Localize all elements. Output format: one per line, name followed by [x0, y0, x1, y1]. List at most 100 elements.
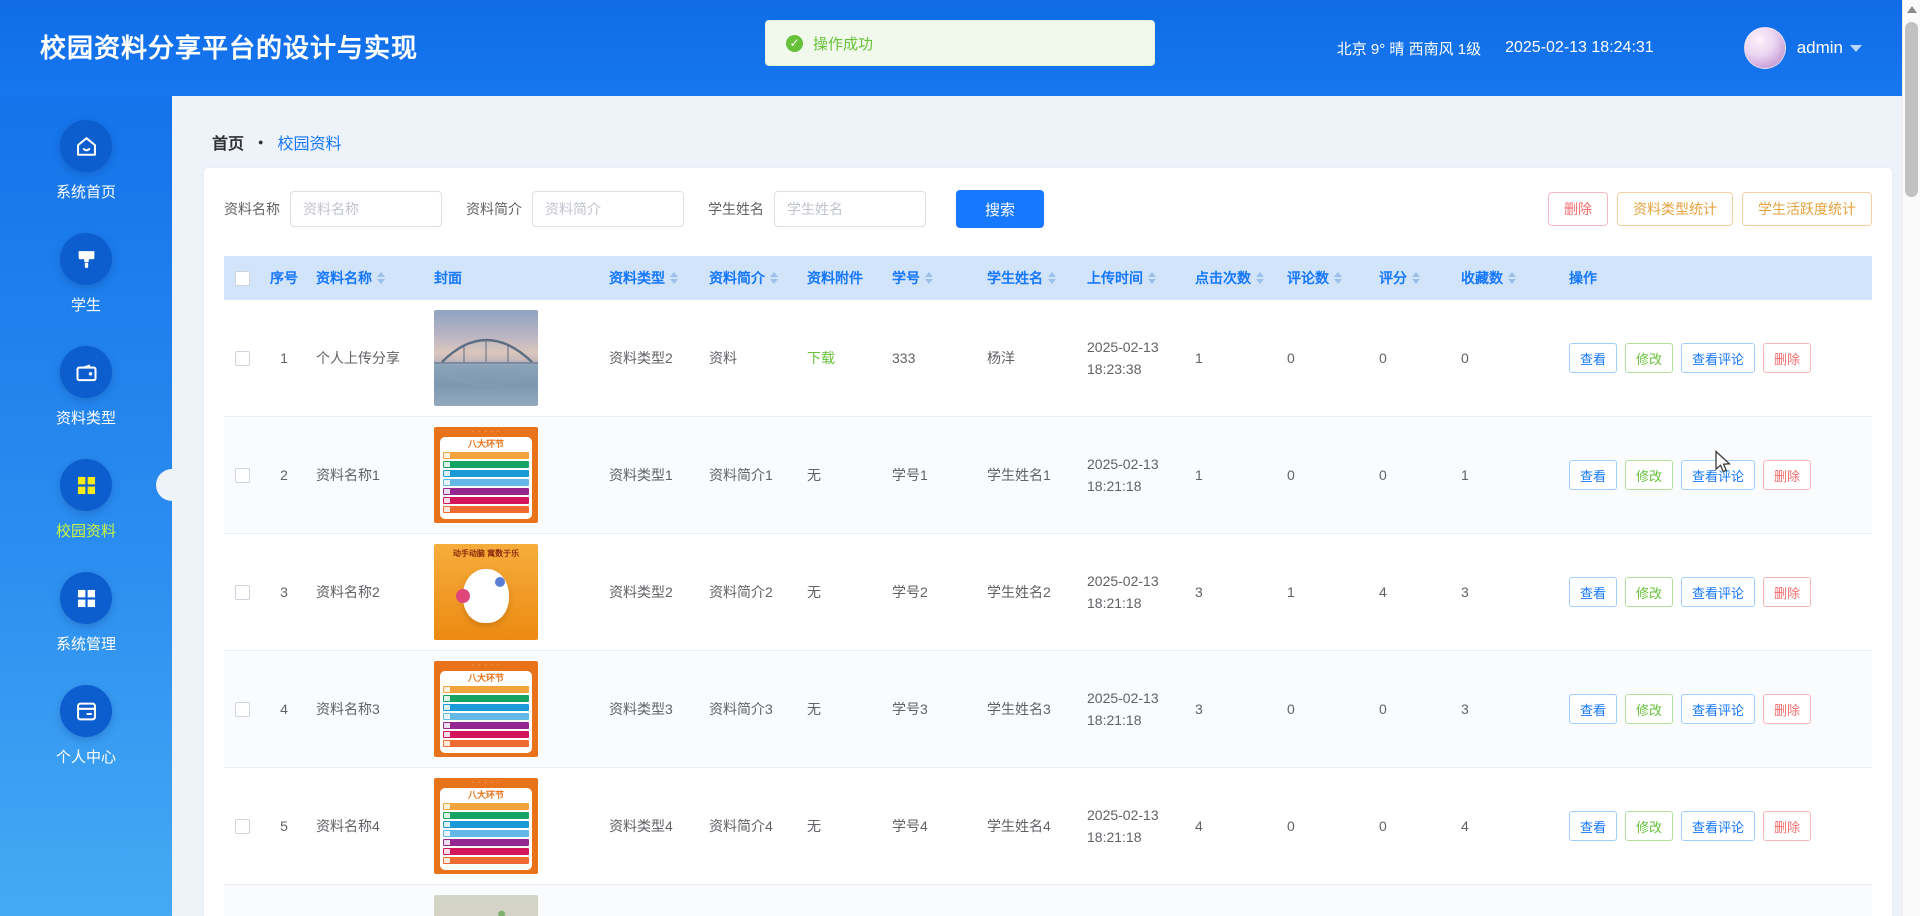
- column-header-favorites[interactable]: 收藏数: [1453, 268, 1561, 288]
- avatar[interactable]: [1743, 27, 1786, 69]
- row-view-comments-button[interactable]: 查看评论: [1681, 343, 1756, 373]
- row-checkbox[interactable]: [234, 818, 250, 834]
- sort-carets-icon[interactable]: [1412, 272, 1420, 284]
- breadcrumb-separator: ●: [258, 137, 264, 147]
- row-view-button[interactable]: 查看: [1569, 694, 1618, 724]
- cover-cell: [426, 310, 601, 406]
- column-header-upload_time[interactable]: 上传时间: [1079, 268, 1187, 288]
- filter-input-intro[interactable]: [532, 191, 684, 227]
- breadcrumb-current[interactable]: 校园资料: [277, 130, 341, 154]
- table-row: [224, 885, 1872, 916]
- row-edit-button[interactable]: 修改: [1625, 577, 1674, 607]
- row-edit-button[interactable]: 修改: [1625, 343, 1674, 373]
- cover-image[interactable]: · · · · · 八大环节: [434, 661, 538, 757]
- row-view-comments-button[interactable]: 查看评论: [1681, 811, 1756, 841]
- row-view-comments-button[interactable]: 查看评论: [1681, 460, 1756, 490]
- poster-header: · · · · ·: [471, 779, 501, 786]
- poster-header: · · · · ·: [471, 662, 501, 669]
- cell-rating: 0: [1379, 350, 1387, 366]
- column-header-name[interactable]: 资料名称: [308, 268, 426, 288]
- sort-carets-icon[interactable]: [1148, 272, 1156, 284]
- cell-attachment: 无: [807, 701, 821, 717]
- cover-image[interactable]: · · · · · 八大环节: [434, 778, 538, 874]
- sort-carets-icon[interactable]: [1048, 272, 1056, 284]
- activity-stats-button[interactable]: 学生活跃度统计: [1742, 192, 1872, 226]
- sort-carets-icon[interactable]: [377, 272, 385, 284]
- upload-clock: 18:21:18: [1087, 829, 1142, 845]
- column-header-student_no[interactable]: 学号: [884, 268, 979, 288]
- column-header-actions: 操作: [1561, 268, 1872, 288]
- row-view-button[interactable]: 查看: [1569, 343, 1618, 373]
- select-all-checkbox[interactable]: [234, 270, 250, 286]
- column-header-clicks[interactable]: 点击次数: [1187, 268, 1279, 288]
- sidebar: 系统首页 学生 资料类型 校园资料 系统管理个人中心: [0, 96, 172, 916]
- sidebar-item-students[interactable]: 学生: [0, 233, 172, 346]
- sidebar-item-personal-center[interactable]: 个人中心: [0, 685, 172, 798]
- download-link[interactable]: 下载: [807, 348, 835, 368]
- chevron-down-icon[interactable]: [1850, 44, 1862, 52]
- sidebar-item-system-manage[interactable]: 系统管理: [0, 572, 172, 685]
- cover-image[interactable]: [434, 310, 538, 406]
- upload-date: 2025-02-13: [1087, 339, 1159, 355]
- cover-image[interactable]: [434, 895, 538, 916]
- sort-carets-icon[interactable]: [1334, 272, 1342, 284]
- row-edit-button[interactable]: 修改: [1625, 811, 1674, 841]
- scrollbar-up-arrow-icon[interactable]: [1907, 6, 1917, 13]
- cell-student-name: 杨洋: [987, 350, 1015, 366]
- type-stats-button[interactable]: 资料类型统计: [1617, 192, 1733, 226]
- cover-image[interactable]: 动手动脑 寓数于乐: [434, 544, 538, 640]
- cell-type: 资料类型4: [609, 818, 673, 834]
- column-header-student_name[interactable]: 学生姓名: [979, 268, 1079, 288]
- row-checkbox[interactable]: [234, 584, 250, 600]
- sort-carets-icon[interactable]: [670, 272, 678, 284]
- column-header-intro[interactable]: 资料简介: [701, 268, 799, 288]
- sidebar-item-campus-materials[interactable]: 校园资料: [0, 459, 172, 572]
- sort-carets-icon[interactable]: [1508, 272, 1516, 284]
- cell-upload-time: 2025-02-13 18:23:38: [1079, 336, 1187, 380]
- column-header-comments[interactable]: 评论数: [1279, 268, 1371, 288]
- column-header-type[interactable]: 资料类型: [601, 268, 701, 288]
- cell-favorites: 3: [1461, 584, 1469, 600]
- column-label: 资料简介: [709, 270, 765, 286]
- cell-intro: 资料简介3: [709, 701, 773, 717]
- sidebar-item-home[interactable]: 系统首页: [0, 120, 172, 233]
- row-delete-button[interactable]: 删除: [1763, 343, 1812, 373]
- column-header-rating[interactable]: 评分: [1371, 268, 1453, 288]
- row-view-button[interactable]: 查看: [1569, 460, 1618, 490]
- search-button[interactable]: 搜索: [956, 190, 1044, 228]
- cell-student-no: 学号3: [892, 701, 928, 717]
- upload-date: 2025-02-13: [1087, 573, 1159, 589]
- cell-rating: 0: [1379, 818, 1387, 834]
- cell-index: 4: [280, 701, 288, 717]
- row-delete-button[interactable]: 删除: [1763, 811, 1812, 841]
- filter-input-student-name[interactable]: [774, 191, 926, 227]
- table-header-row: 序号 资料名称 封面 资料类型 资料简介 资料附件 学号 学生姓名 上传时间 点击次数 评论数 评分 收…: [224, 256, 1872, 300]
- row-view-comments-button[interactable]: 查看评论: [1681, 694, 1756, 724]
- scrollbar-thumb[interactable]: [1905, 22, 1918, 197]
- row-view-button[interactable]: 查看: [1569, 811, 1618, 841]
- row-checkbox[interactable]: [234, 350, 250, 366]
- row-delete-button[interactable]: 删除: [1763, 577, 1812, 607]
- row-checkbox[interactable]: [234, 701, 250, 717]
- cell-type: 资料类型1: [609, 467, 673, 483]
- row-view-comments-button[interactable]: 查看评论: [1681, 577, 1756, 607]
- cell-name: 资料名称2: [316, 584, 380, 600]
- row-edit-button[interactable]: 修改: [1625, 694, 1674, 724]
- sidebar-item-material-type[interactable]: 资料类型: [0, 346, 172, 459]
- row-view-button[interactable]: 查看: [1569, 577, 1618, 607]
- cover-image[interactable]: · · · · · 八大环节: [434, 427, 538, 523]
- row-delete-button[interactable]: 删除: [1763, 460, 1812, 490]
- cell-student-no: 学号4: [892, 818, 928, 834]
- card-icon: [60, 685, 112, 737]
- sort-carets-icon[interactable]: [925, 272, 933, 284]
- sort-carets-icon[interactable]: [1256, 272, 1264, 284]
- row-edit-button[interactable]: 修改: [1625, 460, 1674, 490]
- breadcrumb-home[interactable]: 首页: [212, 130, 244, 154]
- delete-button[interactable]: 删除: [1548, 192, 1608, 226]
- row-delete-button[interactable]: 删除: [1763, 694, 1812, 724]
- row-checkbox[interactable]: [234, 467, 250, 483]
- sidebar-item-label: 个人中心: [55, 749, 116, 766]
- filter-input-name[interactable]: [290, 191, 442, 227]
- sort-carets-icon[interactable]: [770, 272, 778, 284]
- user-menu[interactable]: admin: [1797, 38, 1843, 58]
